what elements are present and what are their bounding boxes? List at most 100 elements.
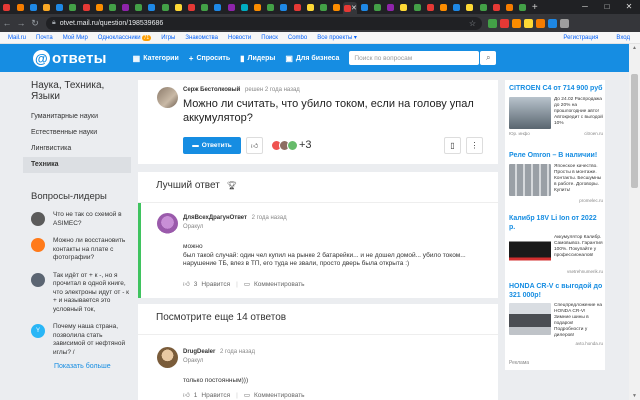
bookmark-star-icon[interactable]: ☆	[469, 19, 476, 28]
categories-button[interactable]: ▦ Категории	[133, 54, 179, 63]
bookmark-button[interactable]: ▯	[444, 137, 461, 154]
ad-image[interactable]	[509, 163, 551, 196]
browser-tab[interactable]	[490, 2, 503, 12]
browser-tab[interactable]	[159, 2, 172, 12]
leader-question[interactable]: Так идёт от + к -, но я прочитал в одной…	[31, 272, 131, 315]
browser-tab[interactable]	[304, 2, 317, 12]
browser-tab[interactable]	[317, 2, 330, 12]
browser-tab[interactable]	[185, 2, 198, 12]
category-item-humanities[interactable]: Гуманитарные науки	[23, 109, 131, 125]
category-item-technology[interactable]: Техника	[23, 157, 131, 173]
browser-tab[interactable]	[225, 2, 238, 12]
browser-tab[interactable]	[119, 2, 132, 12]
browser-tab[interactable]: ✕	[343, 2, 358, 14]
maximize-icon[interactable]: □	[596, 0, 618, 14]
ad-title[interactable]: Реле Omron – В наличии!	[509, 152, 603, 161]
browser-tab[interactable]	[477, 2, 490, 12]
browser-tab[interactable]	[503, 2, 516, 12]
thumbs-up-icon[interactable]: 👍︎	[183, 391, 190, 399]
portal-link-all-projects[interactable]: Все проекты ▾	[317, 34, 357, 41]
ad-block[interactable]: Реле Omron – В наличии! Японское качеств…	[509, 152, 603, 203]
browser-tab[interactable]	[198, 2, 211, 12]
ad-block[interactable]: HONDA CR-V с выгодой до 321 000р! Спецпр…	[509, 283, 603, 346]
ad-image[interactable]	[509, 303, 551, 335]
answer-button[interactable]: ▬ Ответить	[183, 137, 241, 154]
browser-tab[interactable]	[358, 2, 371, 12]
portal-link-mail[interactable]: Почта	[36, 35, 53, 41]
extension-icon[interactable]	[512, 18, 521, 28]
avatar[interactable]	[157, 347, 178, 368]
address-bar[interactable]: 🔒︎ otvet.mail.ru/question/198539686 ☆	[46, 16, 482, 30]
browser-tab[interactable]	[411, 2, 424, 12]
extension-icon[interactable]	[560, 18, 569, 28]
close-window-icon[interactable]: ✕	[618, 0, 640, 14]
like-button[interactable]: Нравится	[201, 281, 230, 288]
portal-link-mailru[interactable]: Mail.ru	[8, 35, 26, 41]
more-options-button[interactable]: ⋮	[466, 137, 483, 154]
browser-tab[interactable]	[251, 2, 264, 12]
extension-icon[interactable]	[536, 18, 545, 28]
portal-link-games[interactable]: Игры	[161, 35, 175, 41]
forward-icon[interactable]: →	[14, 18, 28, 28]
browser-tab[interactable]	[424, 2, 437, 12]
ad-block[interactable]: CITROEN C4 от 714 900 руб До 24.02 Распр…	[509, 85, 603, 136]
ad-block[interactable]: Калибр 18V Li Ion от 2022 р. Аккумулятор…	[509, 215, 603, 274]
thumbs-up-icon[interactable]: 👍︎	[183, 280, 190, 288]
browser-tab[interactable]	[464, 2, 477, 12]
browser-tab[interactable]	[212, 2, 225, 12]
browser-tab[interactable]	[330, 2, 343, 12]
portal-link-ok[interactable]: Одноклассники 71	[98, 34, 152, 41]
avatar[interactable]	[157, 87, 178, 108]
new-tab-button[interactable]: +	[532, 2, 538, 13]
portal-link-mymir[interactable]: Мой Мир	[63, 35, 88, 41]
leader-question[interactable]: Что не так со схемой в ASIMEC?	[31, 211, 131, 228]
extension-icon[interactable]	[488, 18, 497, 28]
site-logo[interactable]: @ ответы	[33, 49, 107, 67]
browser-tab[interactable]	[264, 2, 277, 12]
browser-tab[interactable]	[238, 2, 251, 12]
portal-link-combo[interactable]: Combo	[288, 35, 307, 41]
close-tab-icon[interactable]: ✕	[351, 4, 357, 12]
answer-author[interactable]: DrugDealer	[183, 349, 215, 355]
browser-tab[interactable]	[516, 2, 529, 12]
avatar[interactable]	[157, 213, 178, 234]
leader-question[interactable]: Y Почему наша страна, позволила стать за…	[31, 323, 131, 357]
browser-tab[interactable]	[132, 2, 145, 12]
ad-image[interactable]	[509, 96, 551, 129]
comment-button[interactable]: Комментировать	[254, 392, 305, 399]
reload-icon[interactable]: ↻	[28, 18, 42, 29]
show-more-link[interactable]: Показать больше	[54, 363, 131, 370]
browser-tab[interactable]	[146, 2, 159, 12]
back-icon[interactable]: ←	[0, 18, 14, 28]
category-item-natural-sciences[interactable]: Естественные науки	[23, 125, 131, 141]
answer-author[interactable]: ДляВсехДрагунОтвет	[183, 215, 247, 221]
portal-link-news[interactable]: Новости	[228, 35, 251, 41]
scroll-down-icon[interactable]: ▼	[629, 393, 640, 399]
browser-tab[interactable]	[80, 2, 93, 12]
scrollbar-thumb[interactable]	[631, 74, 638, 188]
browser-tab[interactable]	[437, 2, 450, 12]
ad-title[interactable]: HONDA CR-V с выгодой до 321 000р!	[509, 283, 603, 300]
portal-link-search[interactable]: Поиск	[261, 35, 278, 41]
login-link[interactable]: Вход	[616, 35, 630, 41]
browser-tab[interactable]	[14, 2, 27, 12]
browser-tab[interactable]	[450, 2, 463, 12]
minimize-icon[interactable]: ─	[574, 0, 596, 14]
browser-tab[interactable]	[172, 2, 185, 12]
browser-tab[interactable]	[40, 2, 53, 12]
scroll-up-icon[interactable]: ▲	[629, 45, 640, 51]
browser-tab[interactable]	[384, 2, 397, 12]
extension-icon[interactable]	[500, 18, 509, 28]
browser-tab[interactable]	[1, 2, 14, 12]
browser-tab[interactable]	[27, 2, 40, 12]
business-button[interactable]: ▣ Для бизнеса	[285, 54, 339, 63]
portal-link-dating[interactable]: Знакомства	[185, 35, 218, 41]
browser-tab[interactable]	[93, 2, 106, 12]
leader-question[interactable]: Можно ли восстановить контакты на плате …	[31, 237, 131, 263]
search-input[interactable]: Поиск по вопросам	[349, 51, 480, 65]
ad-image[interactable]	[509, 235, 551, 267]
browser-tab[interactable]	[291, 2, 304, 12]
extension-icon[interactable]	[524, 18, 533, 28]
comment-button[interactable]: Комментировать	[254, 281, 305, 288]
browser-tab[interactable]	[398, 2, 411, 12]
